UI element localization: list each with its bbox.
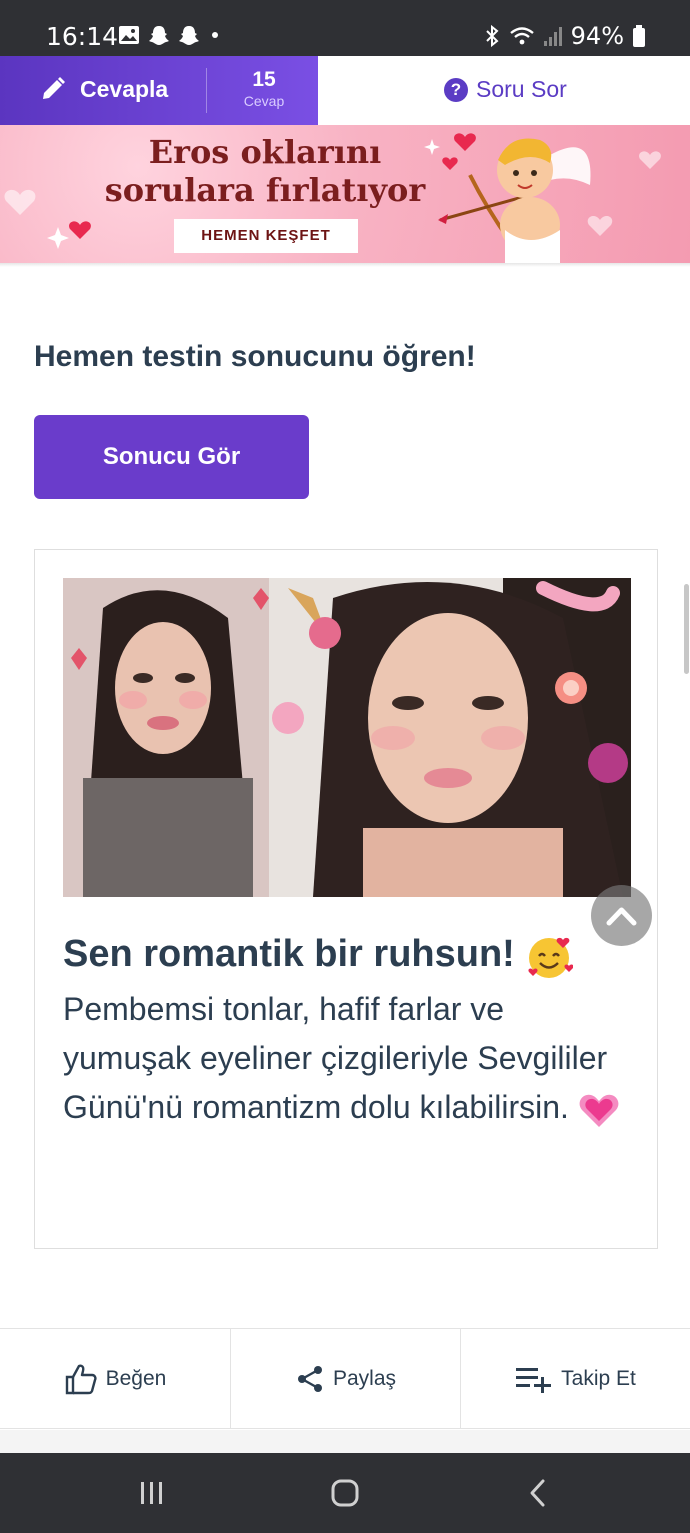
like-label: Beğen [105, 1367, 167, 1390]
thumbs-up-icon [65, 1364, 97, 1395]
result-title: Sen romantik bir ruhsun! [63, 932, 574, 980]
snapchat-icon [149, 26, 169, 45]
status-bar: 16:14 94% [0, 0, 690, 56]
question-icon: ? [444, 77, 468, 102]
cupid-illustration [438, 138, 591, 263]
page-heading: Hemen testin sonucunu öğren! [34, 340, 476, 373]
chevron-up-icon [606, 907, 637, 926]
signal-icon [543, 27, 562, 46]
pencil-icon [43, 77, 65, 99]
follow-label: Takip Et [561, 1367, 636, 1390]
banner-cta-button[interactable]: HEMEN KEŞFET [174, 219, 358, 253]
answer-button-label: Cevapla [80, 76, 169, 102]
home-icon [331, 1479, 359, 1507]
wifi-icon [509, 27, 534, 45]
snapchat-icon [179, 26, 199, 45]
recent-apps-icon [141, 1482, 162, 1504]
divider [206, 68, 207, 113]
system-nav-bar [0, 1453, 690, 1533]
answer-count: 15 [252, 68, 276, 91]
back-icon [530, 1479, 545, 1507]
result-description: Pembemsi tonlar, hafif farlar ve yumuşak… [63, 985, 633, 1132]
scroll-to-top-button[interactable] [591, 885, 652, 946]
share-icon [297, 1366, 322, 1392]
page-scrollbar[interactable] [684, 584, 689, 674]
back-button[interactable] [478, 1453, 598, 1533]
bluetooth-icon [485, 24, 499, 48]
growing-heart-icon [579, 1094, 619, 1127]
promo-banner[interactable]: Eros oklarını sorulara fırlatıyor HEMEN … [0, 125, 690, 263]
answer-count-label: Cevap [243, 93, 285, 109]
status-icons-left [118, 24, 222, 46]
bottom-action-bar: Beğen Paylaş Takip Et [0, 1328, 690, 1429]
gallery-icon [119, 26, 139, 44]
see-result-button[interactable]: Sonucu Gör [34, 415, 309, 499]
result-image [63, 578, 631, 897]
smiling-face-with-hearts-icon [528, 937, 574, 978]
battery-percent: 94% [570, 22, 624, 50]
answer-button[interactable]: Cevapla 15 Cevap [0, 56, 318, 125]
dot-icon [212, 32, 218, 38]
bottom-spacer [0, 1430, 690, 1453]
home-button[interactable] [285, 1453, 405, 1533]
playlist-add-icon [516, 1368, 552, 1393]
top-action-bar: Cevapla 15 Cevap ? Soru Sor [0, 56, 690, 125]
result-title-text: Sen romantik bir ruhsun! [63, 933, 515, 976]
ask-question-label: Soru Sor [476, 76, 567, 102]
follow-button[interactable]: Takip Et [460, 1329, 690, 1429]
banner-shadow [0, 263, 690, 267]
battery-icon [633, 25, 645, 47]
makeup-photo-collage [63, 578, 631, 897]
status-time: 16:14 [46, 22, 119, 51]
status-icons-right: 94% [483, 22, 646, 50]
result-description-text: Pembemsi tonlar, hafif farlar ve yumuşak… [63, 991, 608, 1125]
ask-question-button[interactable]: ? Soru Sor [318, 56, 690, 125]
result-card: Sen romantik bir ruhsun! Pembemsi tonlar… [34, 549, 658, 1249]
recent-apps-button[interactable] [92, 1453, 212, 1533]
share-button[interactable]: Paylaş [230, 1329, 460, 1429]
share-label: Paylaş [332, 1367, 397, 1390]
like-button[interactable]: Beğen [0, 1329, 230, 1429]
